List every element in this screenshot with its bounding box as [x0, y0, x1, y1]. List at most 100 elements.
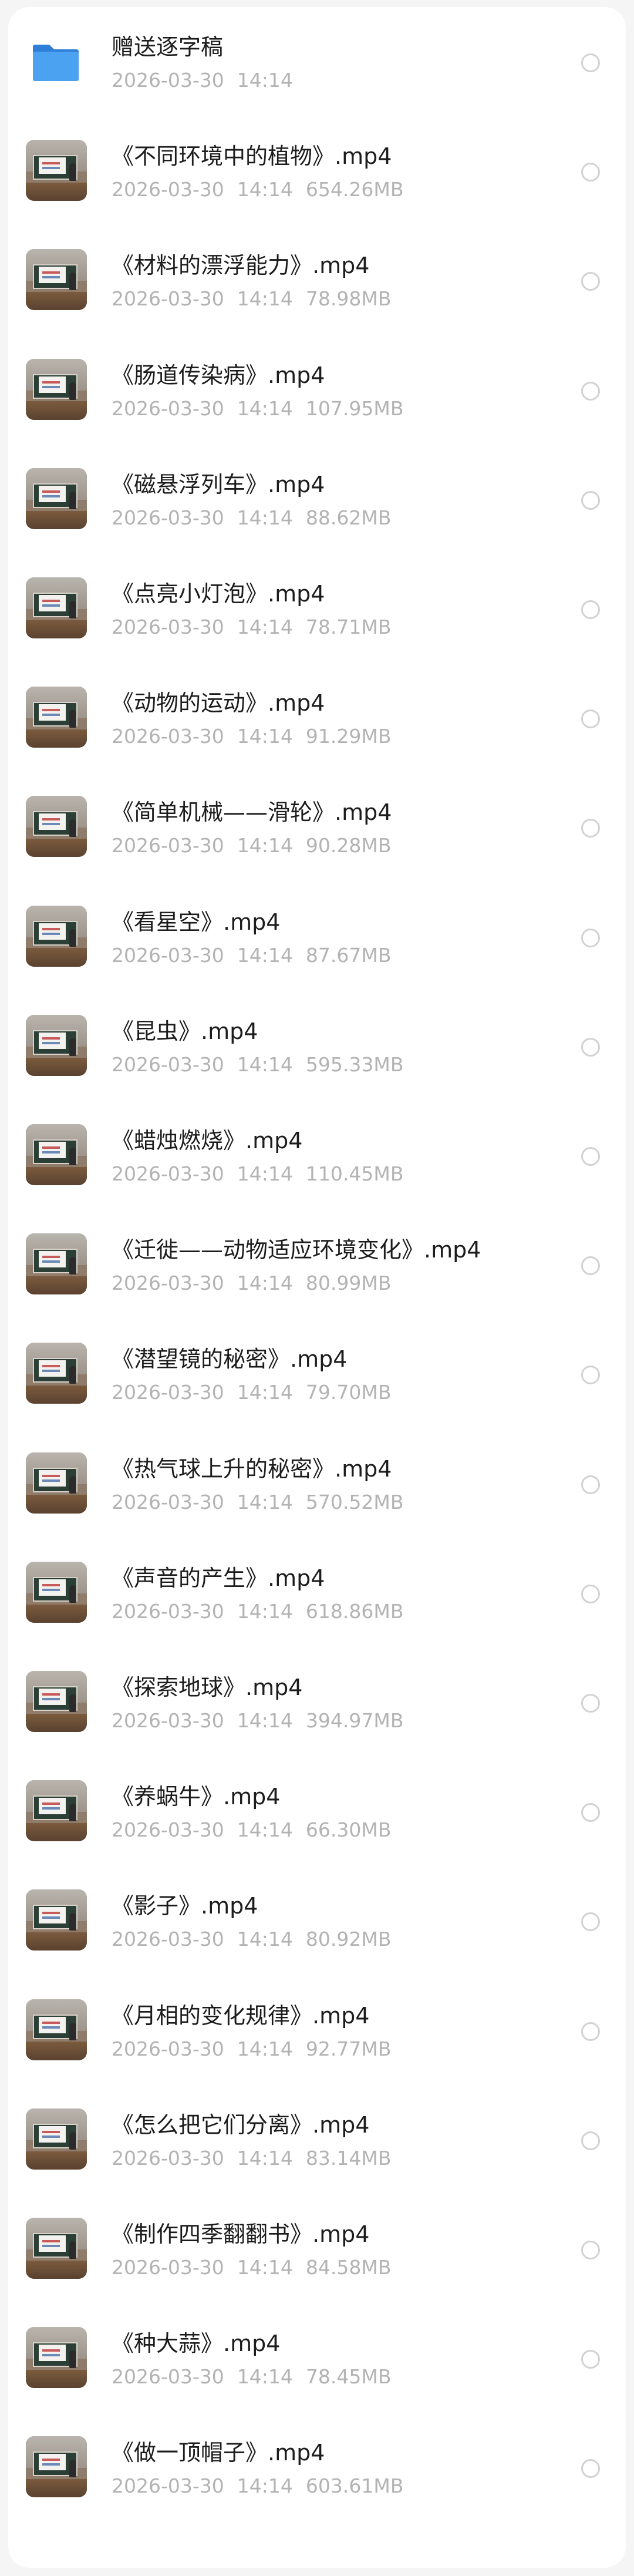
file-meta: 2026-03-30 14:14 — [112, 68, 319, 93]
select-radio[interactable] — [581, 600, 600, 619]
list-item[interactable]: 《动物的运动》.mp4 2026-03-30 14:14 91.29MB — [8, 663, 626, 772]
select-radio[interactable] — [581, 1912, 600, 1932]
select-radio[interactable] — [581, 2459, 600, 2479]
list-item[interactable]: 《养蜗牛》.mp4 2026-03-30 14:14 66.30MB — [8, 1757, 626, 1866]
file-name: 赠送逐字稿 — [112, 34, 224, 60]
video-thumbnail-icon — [26, 905, 87, 967]
file-name: 《不同环境中的植物》.mp4 — [112, 143, 392, 170]
file-time: 14:14 — [237, 1928, 293, 1951]
list-item[interactable]: 《昆虫》.mp4 2026-03-30 14:14 595.33MB — [8, 991, 626, 1101]
select-radio[interactable] — [581, 490, 600, 510]
file-name: 《看星空》.mp4 — [112, 909, 281, 935]
list-item[interactable]: 《热气球上升的秘密》.mp4 2026-03-30 14:14 570.52MB — [8, 1429, 626, 1538]
select-radio[interactable] — [581, 709, 600, 729]
select-radio[interactable] — [581, 2350, 600, 2369]
select-radio[interactable] — [581, 2131, 600, 2150]
file-time: 14:14 — [237, 1272, 293, 1295]
file-meta: 2026-03-30 14:14 394.97MB — [112, 1709, 416, 1733]
select-radio[interactable] — [581, 1475, 600, 1494]
select-radio[interactable] — [581, 1803, 600, 1822]
list-item[interactable]: 《制作四季翻翻书》.mp4 2026-03-30 14:14 84.58MB — [8, 2194, 626, 2303]
select-radio[interactable] — [581, 1256, 600, 1276]
file-date: 2026-03-30 — [112, 2365, 224, 2389]
file-time: 14:14 — [237, 1599, 293, 1623]
file-meta: 2026-03-30 14:14 87.67MB — [112, 943, 404, 968]
list-item[interactable]: 《蜡烛燃烧》.mp4 2026-03-30 14:14 110.45MB — [8, 1101, 626, 1210]
file-date: 2026-03-30 — [112, 506, 224, 529]
list-item[interactable]: 《种大蒜》.mp4 2026-03-30 14:14 78.45MB — [8, 2303, 626, 2413]
list-item[interactable]: 赠送逐字稿 2026-03-30 14:14 — [8, 7, 626, 116]
select-radio[interactable] — [581, 1366, 600, 1385]
file-time: 14:14 — [237, 1162, 293, 1185]
video-thumbnail-icon — [26, 1014, 87, 1076]
list-item[interactable]: 《磁悬浮列车》.mp4 2026-03-30 14:14 88.62MB — [8, 445, 626, 554]
file-meta: 2026-03-30 14:14 570.52MB — [112, 1490, 416, 1515]
list-item[interactable]: 《声音的产生》.mp4 2026-03-30 14:14 618.86MB — [8, 1538, 626, 1647]
file-time: 14:14 — [237, 2146, 293, 2170]
file-size: 78.71MB — [305, 616, 392, 638]
list-item[interactable]: 《怎么把它们分离》.mp4 2026-03-30 14:14 83.14MB — [8, 2085, 626, 2194]
file-name: 《制作四季翻翻书》.mp4 — [112, 2221, 370, 2247]
list-item[interactable]: 《探索地球》.mp4 2026-03-30 14:14 394.97MB — [8, 1647, 626, 1757]
list-item[interactable]: 《影子》.mp4 2026-03-30 14:14 80.92MB — [8, 1866, 626, 1975]
list-item[interactable]: 《潜望镜的秘密》.mp4 2026-03-30 14:14 79.70MB — [8, 1319, 626, 1428]
file-size: 90.28MB — [305, 834, 392, 857]
list-item[interactable]: 《迁徙——动物适应环境变化》.mp4 2026-03-30 14:14 80.99M… — [8, 1210, 626, 1319]
select-radio[interactable] — [581, 1037, 600, 1057]
file-time: 14:14 — [237, 396, 293, 420]
select-radio[interactable] — [581, 819, 600, 838]
file-date: 2026-03-30 — [112, 834, 224, 857]
file-size: 654.26MB — [305, 178, 404, 201]
file-size: 91.29MB — [305, 725, 392, 748]
file-time: 14:14 — [237, 2256, 293, 2279]
select-radio[interactable] — [581, 1584, 600, 1603]
file-date: 2026-03-30 — [112, 2474, 224, 2498]
video-thumbnail-icon — [26, 2218, 87, 2279]
select-radio[interactable] — [581, 928, 600, 947]
list-item[interactable]: 《做一顶帽子》.mp4 2026-03-30 14:14 603.61MB — [8, 2413, 626, 2522]
select-radio[interactable] — [581, 53, 600, 72]
file-name: 《养蜗牛》.mp4 — [112, 1784, 281, 1810]
file-size: 78.98MB — [305, 287, 392, 311]
list-item[interactable]: 《点亮小灯泡》.mp4 2026-03-30 14:14 78.71MB — [8, 554, 626, 663]
file-name: 《迁徙——动物适应环境变化》.mp4 — [112, 1237, 481, 1263]
video-thumbnail-icon — [26, 687, 87, 748]
video-thumbnail-icon — [26, 2108, 87, 2170]
file-name: 《材料的漂浮能力》.mp4 — [112, 253, 370, 279]
file-meta: 2026-03-30 14:14 66.30MB — [112, 1818, 404, 1842]
list-item[interactable]: 《材料的漂浮能力》.mp4 2026-03-30 14:14 78.98MB — [8, 226, 626, 335]
file-date: 2026-03-30 — [112, 1162, 224, 1185]
select-radio[interactable] — [581, 2022, 600, 2041]
file-meta: 2026-03-30 14:14 88.62MB — [112, 506, 404, 530]
file-meta: 2026-03-30 14:14 595.33MB — [112, 1052, 416, 1077]
file-name: 《探索地球》.mp4 — [112, 1674, 303, 1700]
file-name: 《简单机械——滑轮》.mp4 — [112, 799, 392, 826]
file-name: 《热气球上升的秘密》.mp4 — [112, 1455, 392, 1482]
select-radio[interactable] — [581, 1147, 600, 1166]
video-thumbnail-icon — [26, 468, 87, 529]
file-meta: 2026-03-30 14:14 618.86MB — [112, 1599, 416, 1624]
file-date: 2026-03-30 — [112, 396, 224, 420]
list-item[interactable]: 《看星空》.mp4 2026-03-30 14:14 87.67MB — [8, 882, 626, 991]
file-meta: 2026-03-30 14:14 92.77MB — [112, 2037, 404, 2062]
file-size: 618.86MB — [305, 1599, 404, 1623]
list-item[interactable]: 《简单机械——滑轮》.mp4 2026-03-30 14:14 90.28MB — [8, 772, 626, 882]
list-item[interactable]: 《不同环境中的植物》.mp4 2026-03-30 14:14 654.26MB — [8, 116, 626, 226]
select-radio[interactable] — [581, 2241, 600, 2259]
file-time: 14:14 — [237, 506, 293, 529]
file-meta: 2026-03-30 14:14 78.45MB — [112, 2365, 404, 2389]
file-date: 2026-03-30 — [112, 1272, 224, 1295]
select-radio[interactable] — [581, 1694, 600, 1713]
file-name: 《潜望镜的秘密》.mp4 — [112, 1346, 348, 1373]
file-name: 《肠道传染病》.mp4 — [112, 362, 325, 388]
select-radio[interactable] — [581, 381, 600, 401]
file-size: 84.58MB — [305, 2256, 392, 2279]
list-item[interactable]: 《肠道传染病》.mp4 2026-03-30 14:14 107.95MB — [8, 335, 626, 445]
list-item[interactable]: 《月相的变化规律》.mp4 2026-03-30 14:14 92.77MB — [8, 1976, 626, 2085]
file-name: 《声音的产生》.mp4 — [112, 1565, 325, 1591]
file-size: 570.52MB — [305, 1490, 404, 1514]
file-meta: 2026-03-30 14:14 90.28MB — [112, 833, 404, 858]
select-radio[interactable] — [581, 163, 600, 182]
file-time: 14:14 — [237, 2037, 293, 2060]
select-radio[interactable] — [581, 272, 600, 291]
